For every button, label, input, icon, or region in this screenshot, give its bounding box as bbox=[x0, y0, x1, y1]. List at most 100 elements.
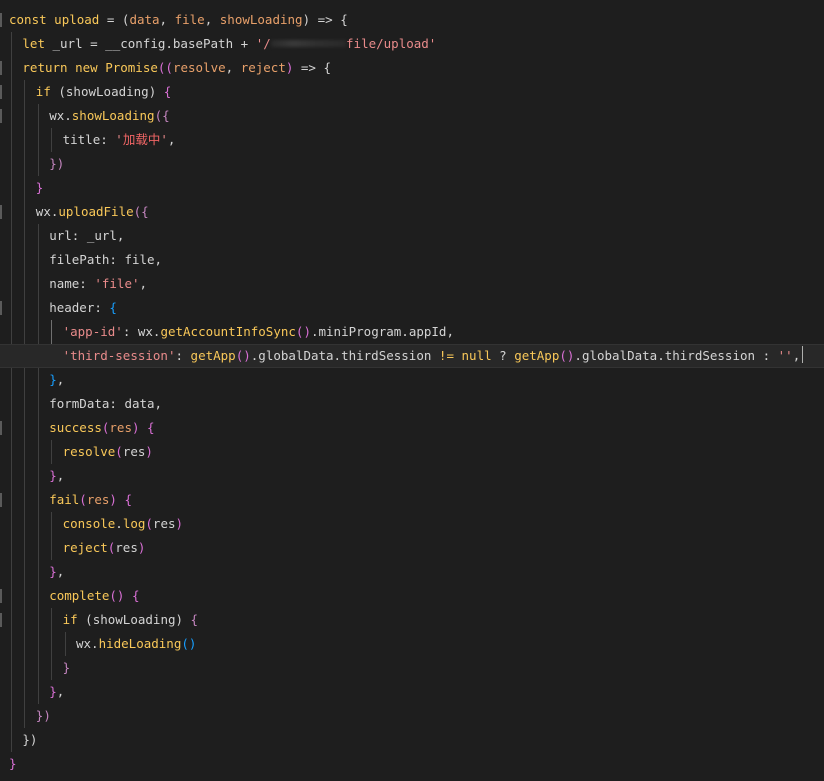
code-line[interactable]: wx.uploadFile({ bbox=[0, 200, 824, 224]
fold-marker[interactable] bbox=[0, 589, 2, 603]
code-line-content: } bbox=[9, 752, 17, 776]
code-token: success bbox=[49, 420, 102, 435]
code-token: data bbox=[129, 12, 160, 27]
code-line[interactable]: reject(res) bbox=[0, 536, 824, 560]
code-token: name: bbox=[49, 276, 95, 291]
code-line[interactable]: filePath: file, bbox=[0, 248, 824, 272]
code-token: log bbox=[122, 516, 146, 531]
code-token: () bbox=[295, 324, 311, 339]
code-line[interactable]: const upload = (data, file, showLoading)… bbox=[0, 8, 824, 32]
fold-marker[interactable] bbox=[0, 493, 2, 507]
code-token: , bbox=[139, 276, 148, 291]
fold-marker[interactable] bbox=[0, 109, 2, 123]
code-line-content: return new Promise((resolve, reject) => … bbox=[22, 56, 331, 80]
code-line[interactable]: resolve(res) bbox=[0, 440, 824, 464]
code-line[interactable]: formData: data, bbox=[0, 392, 824, 416]
code-line[interactable]: fail(res) { bbox=[0, 488, 824, 512]
code-line[interactable]: complete() { bbox=[0, 584, 824, 608]
fold-marker[interactable] bbox=[0, 421, 2, 435]
code-token: , bbox=[56, 468, 65, 483]
code-line[interactable]: title: '加载中', bbox=[0, 128, 824, 152]
code-token: (showLoading) bbox=[77, 612, 191, 627]
code-token: = ( bbox=[99, 12, 130, 27]
code-token: 'third-session' bbox=[62, 348, 176, 363]
code-token: () bbox=[109, 588, 125, 603]
code-token: } bbox=[62, 660, 71, 675]
code-line[interactable]: name: 'file', bbox=[0, 272, 824, 296]
code-token: res bbox=[122, 444, 146, 459]
code-line-content: formData: data, bbox=[49, 392, 162, 416]
code-line[interactable]: return new Promise((resolve, reject) => … bbox=[0, 56, 824, 80]
code-line-content: let _url = __config.basePath + '/ file/u… bbox=[22, 32, 436, 56]
code-line[interactable]: }, bbox=[0, 464, 824, 488]
code-token: , bbox=[56, 372, 65, 387]
code-token: resolve bbox=[62, 444, 116, 459]
code-line[interactable]: }, bbox=[0, 368, 824, 392]
code-line[interactable]: }) bbox=[0, 728, 824, 752]
code-token: } bbox=[49, 564, 57, 579]
code-line[interactable]: if (showLoading) { bbox=[0, 608, 824, 632]
code-line-content: 'app-id': wx.getAccountInfoSync().miniPr… bbox=[63, 320, 454, 344]
code-line[interactable]: } bbox=[0, 176, 824, 200]
code-line[interactable]: wx.showLoading({ bbox=[0, 104, 824, 128]
code-token: , bbox=[792, 348, 801, 363]
code-line[interactable]: } bbox=[0, 752, 824, 776]
code-token: , bbox=[204, 12, 220, 27]
fold-marker[interactable] bbox=[0, 613, 2, 627]
code-line-content: complete() { bbox=[49, 584, 139, 608]
code-line[interactable]: header: { bbox=[0, 296, 824, 320]
code-line[interactable]: if (showLoading) { bbox=[0, 80, 824, 104]
code-line[interactable]: } bbox=[0, 656, 824, 680]
code-editor[interactable]: const upload = (data, file, showLoading)… bbox=[0, 0, 824, 781]
code-token: }) bbox=[35, 708, 51, 723]
code-line-content: }, bbox=[49, 464, 64, 488]
code-line[interactable]: 'app-id': wx.getAccountInfoSync().miniPr… bbox=[0, 320, 824, 344]
code-line[interactable]: }, bbox=[0, 680, 824, 704]
fold-marker[interactable] bbox=[0, 205, 2, 219]
fold-marker[interactable] bbox=[0, 61, 2, 75]
code-token: != bbox=[438, 348, 454, 363]
fold-marker[interactable] bbox=[0, 301, 2, 315]
code-token: ) => { bbox=[302, 12, 348, 27]
code-line[interactable]: }) bbox=[0, 704, 824, 728]
code-token: wx. bbox=[76, 636, 99, 651]
code-token: ) bbox=[131, 420, 140, 435]
code-line[interactable]: }) bbox=[0, 152, 824, 176]
code-token: ' bbox=[115, 132, 123, 147]
fold-marker[interactable] bbox=[0, 85, 2, 99]
code-token: , bbox=[159, 12, 175, 27]
code-token: file bbox=[174, 12, 205, 27]
code-token: header: bbox=[49, 300, 110, 315]
code-token: res bbox=[152, 516, 176, 531]
fold-marker[interactable] bbox=[0, 13, 2, 27]
code-line[interactable]: wx.hideLoading() bbox=[0, 632, 824, 656]
code-token: console bbox=[62, 516, 116, 531]
code-token: { bbox=[132, 588, 140, 603]
code-token: => { bbox=[293, 60, 332, 75]
redaction-blur bbox=[270, 40, 347, 47]
code-line-content: success(res) { bbox=[49, 416, 154, 440]
code-line[interactable]: console.log(res) bbox=[0, 512, 824, 536]
code-line-content: filePath: file, bbox=[49, 248, 162, 272]
code-line-content: reject(res) bbox=[63, 536, 146, 560]
code-token: }) bbox=[22, 732, 38, 747]
code-token: ) bbox=[109, 492, 117, 507]
code-token: , bbox=[225, 60, 241, 75]
code-line[interactable]: success(res) { bbox=[0, 416, 824, 440]
current-code-line[interactable]: 'third-session': getApp().globalData.thi… bbox=[0, 344, 824, 368]
code-line-content: }) bbox=[49, 152, 64, 176]
code-token: { bbox=[147, 420, 155, 435]
code-line-content: }, bbox=[49, 680, 64, 704]
code-line[interactable]: let _url = __config.basePath + '/ file/u… bbox=[0, 32, 824, 56]
code-line[interactable]: url: _url, bbox=[0, 224, 824, 248]
code-token: } bbox=[35, 180, 44, 195]
code-token: wx. bbox=[35, 204, 59, 219]
code-line-content: name: 'file', bbox=[49, 272, 147, 296]
code-token: const bbox=[9, 12, 47, 27]
code-line[interactable]: }, bbox=[0, 560, 824, 584]
code-token: { bbox=[190, 612, 199, 627]
code-token: getApp bbox=[514, 348, 560, 363]
code-token: return bbox=[22, 60, 68, 75]
